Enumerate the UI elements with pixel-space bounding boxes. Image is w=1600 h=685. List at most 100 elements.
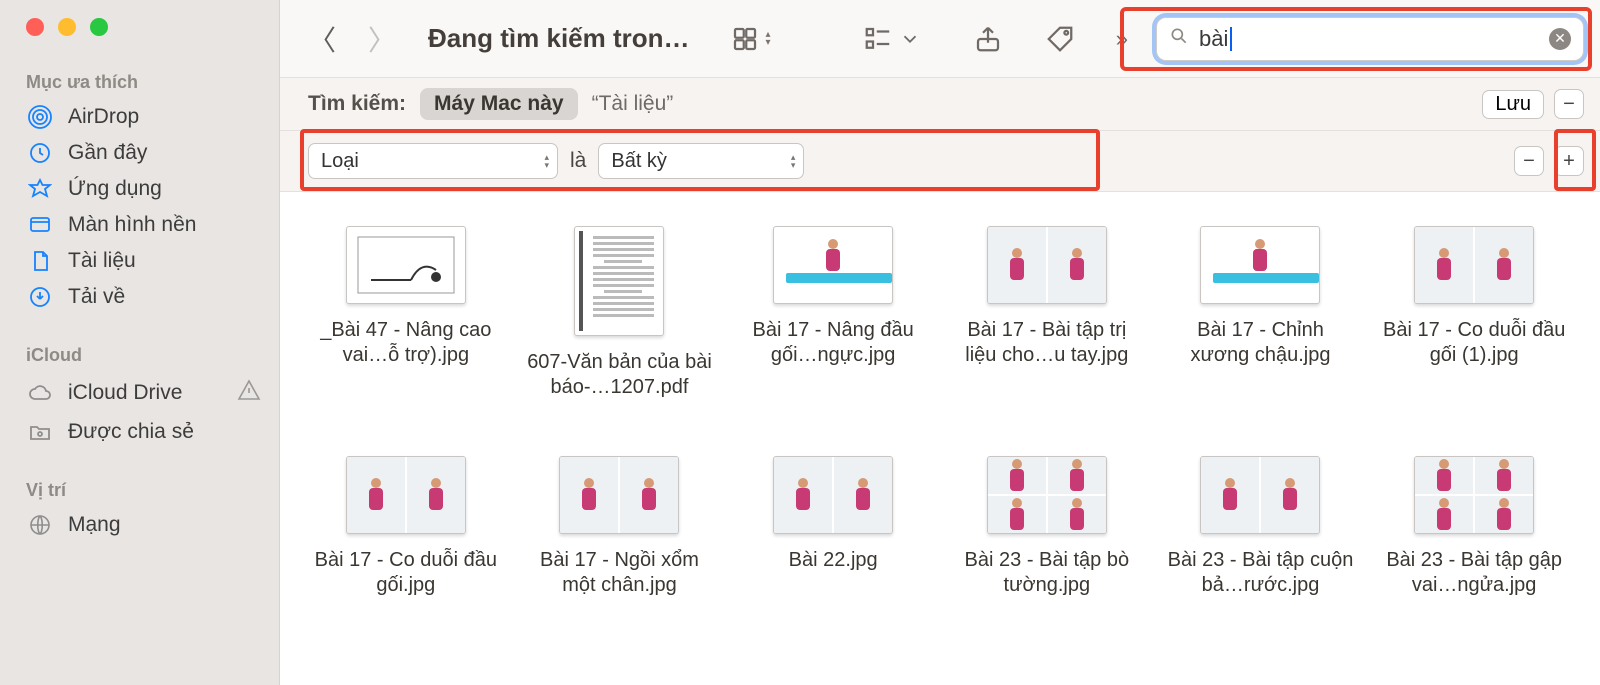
file-name: Bài 23 - Bài tập bò tường.jpg [952, 548, 1142, 598]
file-name: Bài 17 - Co duỗi đầu gối.jpg [311, 548, 501, 598]
sidebar-item-label: Tải về [68, 285, 125, 309]
sidebar-item-icloud-drive[interactable]: iCloud Drive [0, 372, 279, 414]
sidebar-item-recents[interactable]: Gần đây [0, 135, 279, 171]
close-window-button[interactable] [26, 18, 44, 36]
file-name: Bài 17 - Chỉnh xương chậu.jpg [1165, 318, 1355, 368]
main-area: 〈 〉 Đang tìm kiếm tron… ▴▾ » [280, 0, 1600, 685]
forward-button[interactable]: 〉 [368, 19, 396, 59]
search-wrap: bài ✕ [1156, 17, 1584, 61]
desktop-icon [26, 213, 54, 237]
file-name: Bài 17 - Ngồi xổm một chân.jpg [524, 548, 714, 598]
file-thumbnail [987, 456, 1107, 534]
criteria-kind-select[interactable]: Loại ▴▾ [308, 143, 558, 179]
warning-icon [237, 378, 261, 408]
add-criteria-button[interactable]: + [1554, 146, 1584, 176]
minimize-window-button[interactable] [58, 18, 76, 36]
file-item[interactable]: Bài 23 - Bài tập bò tường.jpg [945, 456, 1149, 598]
file-name: Bài 17 - Bài tập trị liệu cho…u tay.jpg [952, 318, 1142, 368]
criteria-value-select[interactable]: Bất kỳ ▴▾ [598, 143, 804, 179]
applications-icon [26, 177, 54, 201]
favorites-header: Mục ưa thích [0, 72, 279, 99]
file-item[interactable]: Bài 17 - Ngồi xổm một chân.jpg [518, 456, 722, 598]
file-name: Bài 17 - Co duỗi đầu gối (1).jpg [1379, 318, 1569, 368]
window-title: Đang tìm kiếm tron… [428, 23, 689, 54]
sidebar-section-favorites: Mục ưa thích AirDrop Gần đây Ứng dụng Mà… [0, 72, 279, 315]
file-thumbnail [1414, 456, 1534, 534]
remove-criteria-button[interactable]: − [1514, 146, 1544, 176]
content-area: _Bài 47 - Nâng cao vai…ỗ trợ).jpg 607-Văn… [280, 192, 1600, 685]
file-grid: _Bài 47 - Nâng cao vai…ỗ trợ).jpg 607-Văn… [304, 226, 1576, 598]
chevron-updown-icon: ▴▾ [544, 153, 549, 169]
file-thumbnail [987, 226, 1107, 304]
sidebar-item-label: AirDrop [68, 105, 139, 129]
text-caret [1230, 27, 1232, 51]
file-item[interactable]: Bài 17 - Bài tập trị liệu cho…u tay.jpg [945, 226, 1149, 400]
network-icon [26, 513, 54, 537]
nav-arrows: 〈 〉 [308, 19, 396, 59]
file-name: 607-Văn bản của bài báo-…1207.pdf [524, 350, 714, 400]
airdrop-icon [26, 105, 54, 129]
file-thumbnail [1200, 226, 1320, 304]
save-search-button[interactable]: Lưu [1482, 90, 1544, 119]
view-icon-mode[interactable]: ▴▾ [730, 24, 771, 54]
sidebar-item-documents[interactable]: Tài liệu [0, 243, 279, 279]
file-thumbnail [1200, 456, 1320, 534]
file-item[interactable]: Bài 17 - Co duỗi đầu gối (1).jpg [1372, 226, 1576, 400]
tag-button[interactable] [1045, 24, 1075, 54]
search-criteria-row: Loại ▴▾ là Bất kỳ ▴▾ − + [280, 131, 1600, 192]
shared-folder-icon [26, 420, 54, 444]
file-name: Bài 23 - Bài tập cuộn bả…rước.jpg [1165, 548, 1355, 598]
file-item[interactable]: Bài 17 - Co duỗi đầu gối.jpg [304, 456, 508, 598]
sidebar-item-network[interactable]: Mạng [0, 507, 279, 543]
search-text: bài [1199, 26, 1228, 52]
cloud-icon [26, 381, 54, 405]
sidebar-item-label: Màn hình nền [68, 213, 196, 237]
sidebar-item-applications[interactable]: Ứng dụng [0, 171, 279, 207]
sidebar-section-icloud: iCloud iCloud Drive Được chia sẻ [0, 345, 279, 450]
file-item[interactable]: Bài 17 - Chỉnh xương chậu.jpg [1159, 226, 1363, 400]
file-thumbnail [346, 456, 466, 534]
share-button[interactable] [973, 24, 1003, 54]
sidebar-item-airdrop[interactable]: AirDrop [0, 99, 279, 135]
criteria-kind-label: Loại [321, 150, 359, 173]
downloads-icon [26, 285, 54, 309]
sidebar-section-locations: Vị trí Mạng [0, 480, 279, 543]
remove-scope-button[interactable]: − [1554, 89, 1584, 119]
file-item[interactable]: Bài 23 - Bài tập cuộn bả…rước.jpg [1159, 456, 1363, 598]
file-thumbnail [773, 456, 893, 534]
zoom-window-button[interactable] [90, 18, 108, 36]
file-name: Bài 23 - Bài tập gập vai…ngửa.jpg [1379, 548, 1569, 598]
toolbar: 〈 〉 Đang tìm kiếm tron… ▴▾ » [280, 0, 1600, 78]
file-item[interactable]: Bài 22.jpg [731, 456, 935, 598]
sidebar-item-downloads[interactable]: Tải về [0, 279, 279, 315]
chevron-updown-icon: ▴▾ [766, 31, 771, 47]
file-item[interactable]: 607-Văn bản của bài báo-…1207.pdf [518, 226, 722, 400]
sidebar-item-label: Được chia sẻ [68, 420, 194, 444]
scope-documents[interactable]: “Tài liệu” [592, 92, 674, 116]
search-field[interactable]: bài ✕ [1156, 17, 1584, 61]
scope-this-mac[interactable]: Máy Mac này [420, 88, 578, 120]
window-controls [0, 18, 279, 36]
sidebar-item-shared[interactable]: Được chia sẻ [0, 414, 279, 450]
back-button[interactable]: 〈 [308, 19, 336, 59]
file-item[interactable]: Bài 17 - Nâng đầu gối…ngực.jpg [731, 226, 935, 400]
file-thumbnail [1414, 226, 1534, 304]
sidebar-item-label: Tài liệu [68, 249, 136, 273]
chevron-updown-icon: ▴▾ [791, 153, 796, 169]
clear-search-button[interactable]: ✕ [1549, 28, 1571, 50]
sidebar-item-label: Gần đây [68, 141, 147, 165]
sidebar: Mục ưa thích AirDrop Gần đây Ứng dụng Mà… [0, 0, 280, 685]
group-by-button[interactable] [863, 24, 921, 54]
sidebar-item-desktop[interactable]: Màn hình nền [0, 207, 279, 243]
file-name: Bài 17 - Nâng đầu gối…ngực.jpg [738, 318, 928, 368]
sidebar-item-label: Ứng dụng [68, 177, 162, 201]
file-item[interactable]: Bài 23 - Bài tập gập vai…ngửa.jpg [1372, 456, 1576, 598]
file-thumbnail [559, 456, 679, 534]
sidebar-item-label: Mạng [68, 513, 121, 537]
icloud-header: iCloud [0, 345, 279, 372]
chevron-down-icon [899, 28, 921, 50]
file-thumbnail [574, 226, 664, 336]
file-name: Bài 22.jpg [789, 548, 878, 573]
overflow-button[interactable]: » [1116, 26, 1128, 52]
file-item[interactable]: _Bài 47 - Nâng cao vai…ỗ trợ).jpg [304, 226, 508, 400]
